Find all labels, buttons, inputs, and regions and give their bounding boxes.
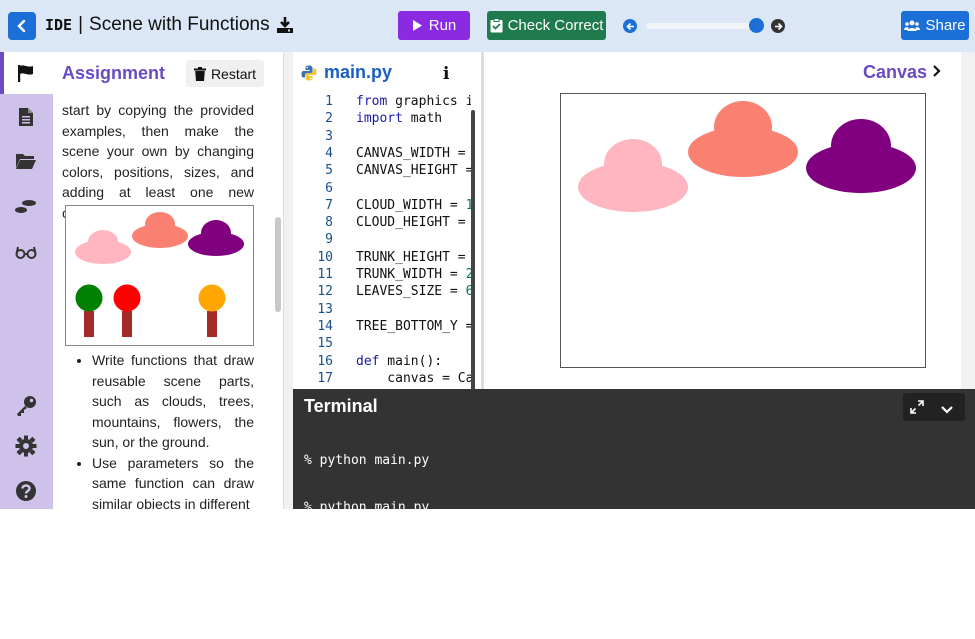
terminal-line: % python main.py <box>304 499 430 515</box>
graphics-canvas <box>560 93 926 368</box>
assignment-scrollbar[interactable] <box>275 217 281 312</box>
sidebar-item-help[interactable] <box>14 479 38 503</box>
terminal-panel: Terminal % python main.py % python main.… <box>293 389 975 608</box>
code-line: 6 <box>325 180 333 196</box>
expand-icon[interactable] <box>910 400 924 419</box>
python-icon <box>301 65 317 80</box>
speed-slider-thumb[interactable] <box>749 18 764 33</box>
chevron-right-icon[interactable] <box>932 64 942 83</box>
speed-slider[interactable] <box>646 23 756 29</box>
sidebar-item-key[interactable] <box>14 394 38 418</box>
download-icon[interactable] <box>276 16 294 34</box>
sidebar-item-settings[interactable] <box>14 434 38 458</box>
sidebar-item-files[interactable] <box>14 149 38 173</box>
code-line: 11 TRUNK_WIDTH = 2 <box>317 267 471 282</box>
arrow-left-icon <box>625 22 634 30</box>
code-editor: main.py i 1 from graphics i 2 import math … <box>293 52 481 440</box>
project-title: Scene with Functions <box>89 14 270 35</box>
arrow-right-icon <box>774 22 783 30</box>
assignment-panel: Assignment Restart start by copying the … <box>53 52 283 509</box>
code-line: 13 <box>317 301 333 317</box>
clipboard-check-icon <box>490 18 503 33</box>
code-line: 12 LEAVES_SIZE = 6 <box>317 284 471 300</box>
sidebar <box>0 52 53 509</box>
terminal-line: % python main.py <box>304 546 430 561</box>
code-line: 1 from graphics i <box>325 94 471 109</box>
share-label: Share <box>925 17 966 34</box>
code-area[interactable]: 1 from graphics i 2 import math 3 4 CANVAS_… <box>293 93 471 389</box>
glasses-icon <box>15 246 37 259</box>
code-line: 16 def main(): <box>317 353 443 369</box>
code-line: 4 CANVAS_WIDTH = <box>325 145 471 161</box>
code-line: 14 TREE_BOTTOM_Y = <box>317 318 471 334</box>
code-line: 10 TRUNK_HEIGHT = <box>317 249 471 265</box>
code-line: 17 canvas = Ca <box>317 370 471 386</box>
pink-cloud <box>578 139 688 212</box>
terminal-line: % <box>304 592 312 608</box>
ide-label: IDE <box>45 16 73 34</box>
step-back-button[interactable] <box>623 19 637 33</box>
terminal-title: Terminal <box>304 396 378 416</box>
terminal-line: % python main.py <box>304 453 430 468</box>
code-line: 15 <box>317 336 333 352</box>
code-line: 2 import math <box>325 111 443 127</box>
canvas-title: Canvas <box>863 62 928 82</box>
list-item: Write functions that draw reusable scene… <box>92 350 254 453</box>
file-tab[interactable]: main.py <box>301 62 392 83</box>
code-line: 5 CANVAS_HEIGHT = <box>325 163 471 179</box>
sidebar-active-indicator <box>0 52 4 94</box>
info-icon[interactable]: i <box>443 64 449 84</box>
run-label: Run <box>428 17 457 34</box>
sidebar-item-debugger[interactable] <box>14 195 38 219</box>
example-scene-image <box>65 205 254 346</box>
restart-label: Restart <box>210 65 257 82</box>
chevron-down-icon[interactable] <box>940 402 954 420</box>
code-line: 8 CLOUD_HEIGHT = <box>325 215 471 231</box>
top-bar: IDE | Scene with Functions Run Check Cor… <box>0 0 975 52</box>
document-icon <box>19 108 33 126</box>
run-button[interactable]: Run <box>398 11 470 40</box>
salmon-cloud <box>688 101 798 177</box>
sidebar-item-view[interactable] <box>14 240 38 264</box>
chevron-left-icon <box>17 19 26 33</box>
gear-icon <box>15 435 37 457</box>
sidebar-item-docs[interactable] <box>14 105 38 129</box>
panel-divider[interactable] <box>283 52 293 509</box>
play-icon <box>412 20 422 31</box>
page-title: IDE | Scene with Functions <box>45 14 294 36</box>
terminal-controls <box>903 393 965 421</box>
folder-icon <box>16 154 36 169</box>
users-icon <box>904 20 921 31</box>
back-button[interactable] <box>8 12 36 40</box>
canvas-scrollbar[interactable] <box>961 52 975 389</box>
purple-cloud <box>806 119 916 193</box>
code-line: 7 CLOUD_WIDTH = 1 <box>325 197 471 213</box>
code-line: 9 <box>325 232 333 248</box>
help-icon <box>16 481 36 501</box>
footprints-icon <box>15 200 36 213</box>
share-button[interactable]: Share <box>901 11 969 40</box>
list-item: Use parameters so the same function can … <box>92 453 254 510</box>
check-correct-label: Check Correct <box>507 17 604 34</box>
check-correct-button[interactable]: Check Correct <box>487 11 606 40</box>
key-icon <box>17 396 36 416</box>
step-forward-button[interactable] <box>771 19 785 33</box>
file-name: main.py <box>324 62 393 82</box>
sidebar-item-assignment[interactable] <box>14 61 38 85</box>
code-line: 3 <box>325 128 333 144</box>
restart-button[interactable]: Restart <box>186 60 264 87</box>
assignment-title: Assignment <box>62 63 166 83</box>
flag-icon <box>18 65 33 82</box>
terminal-output[interactable]: % python main.py % python main.py % pyth… <box>304 422 429 639</box>
assignment-bullets: Write functions that draw reusable scene… <box>74 350 254 509</box>
trash-icon <box>193 66 206 81</box>
canvas-panel: Canvas <box>484 52 975 389</box>
title-separator: | <box>78 14 84 35</box>
